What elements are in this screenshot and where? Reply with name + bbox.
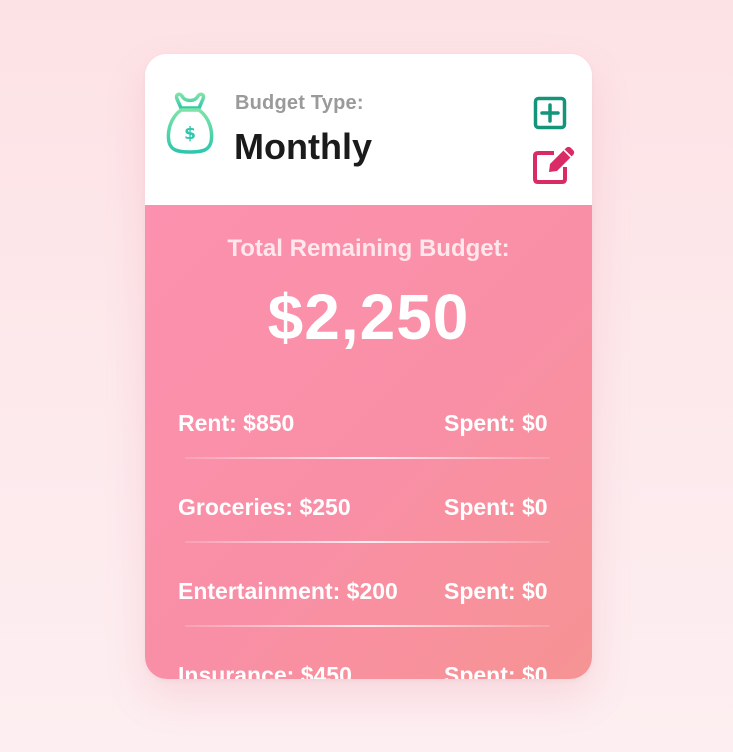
budget-type-value: Monthly <box>234 126 372 167</box>
category-label: Entertainment: $200 <box>178 578 398 604</box>
category-spent: Spent: $0 <box>444 410 548 436</box>
budget-type-label: Budget Type: <box>235 92 364 114</box>
category-row-insurance: Insurance: $450 Spent: $0 <box>178 662 558 679</box>
edit-icon[interactable] <box>532 145 576 185</box>
category-label: Rent: $850 <box>178 410 295 436</box>
category-label: Groceries: $250 <box>178 494 351 520</box>
money-bag-icon: $ <box>166 92 214 154</box>
category-label: Insurance: $450 <box>178 662 352 679</box>
category-spent: Spent: $0 <box>444 578 548 604</box>
category-row-groceries: Groceries: $250 Spent: $0 <box>178 494 558 524</box>
budget-card-body: Total Remaining Budget: $2,250 Rent: $85… <box>145 205 592 679</box>
row-divider <box>185 541 550 543</box>
category-row-entertainment: Entertainment: $200 Spent: $0 <box>178 578 558 608</box>
category-spent: Spent: $0 <box>444 662 548 679</box>
total-remaining-value: $2,250 <box>267 281 470 353</box>
category-row-rent: Rent: $850 Spent: $0 <box>178 410 558 440</box>
total-remaining-label: Total Remaining Budget: <box>227 235 510 262</box>
category-spent: Spent: $0 <box>444 494 548 520</box>
budget-card: $ Budget Type: Monthly Total Remaining B… <box>145 54 592 679</box>
row-divider <box>185 625 550 627</box>
row-divider <box>185 457 550 459</box>
budget-card-header: $ Budget Type: Monthly <box>145 54 592 205</box>
svg-text:$: $ <box>184 124 196 144</box>
add-icon[interactable] <box>533 96 567 130</box>
